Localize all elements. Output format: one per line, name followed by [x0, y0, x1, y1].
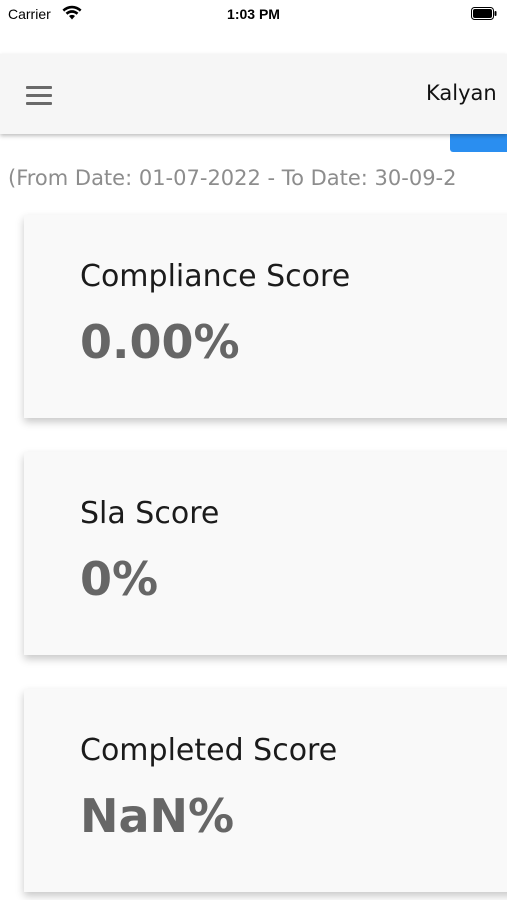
compliance-score-card[interactable]: Compliance Score 0.00% — [24, 215, 507, 418]
app-bar: Kalyan — [0, 54, 507, 134]
status-time: 1:03 PM — [227, 6, 280, 22]
date-range-text: (From Date: 01-07-2022 - To Date: 30-09-… — [8, 166, 457, 190]
card-label: Sla Score — [80, 496, 220, 531]
card-value: NaN% — [80, 789, 235, 843]
card-value: 0.00% — [80, 315, 240, 369]
sla-score-card[interactable]: Sla Score 0% — [24, 452, 507, 655]
card-label: Compliance Score — [80, 259, 351, 294]
battery-icon — [471, 7, 497, 20]
completed-score-card[interactable]: Completed Score NaN% — [24, 689, 507, 892]
hamburger-menu-icon[interactable] — [22, 80, 56, 110]
app-title: Kalyan — [426, 81, 497, 105]
card-value: 0% — [80, 552, 159, 606]
card-label: Completed Score — [80, 733, 338, 768]
status-bar: Carrier 1:03 PM — [0, 0, 507, 30]
